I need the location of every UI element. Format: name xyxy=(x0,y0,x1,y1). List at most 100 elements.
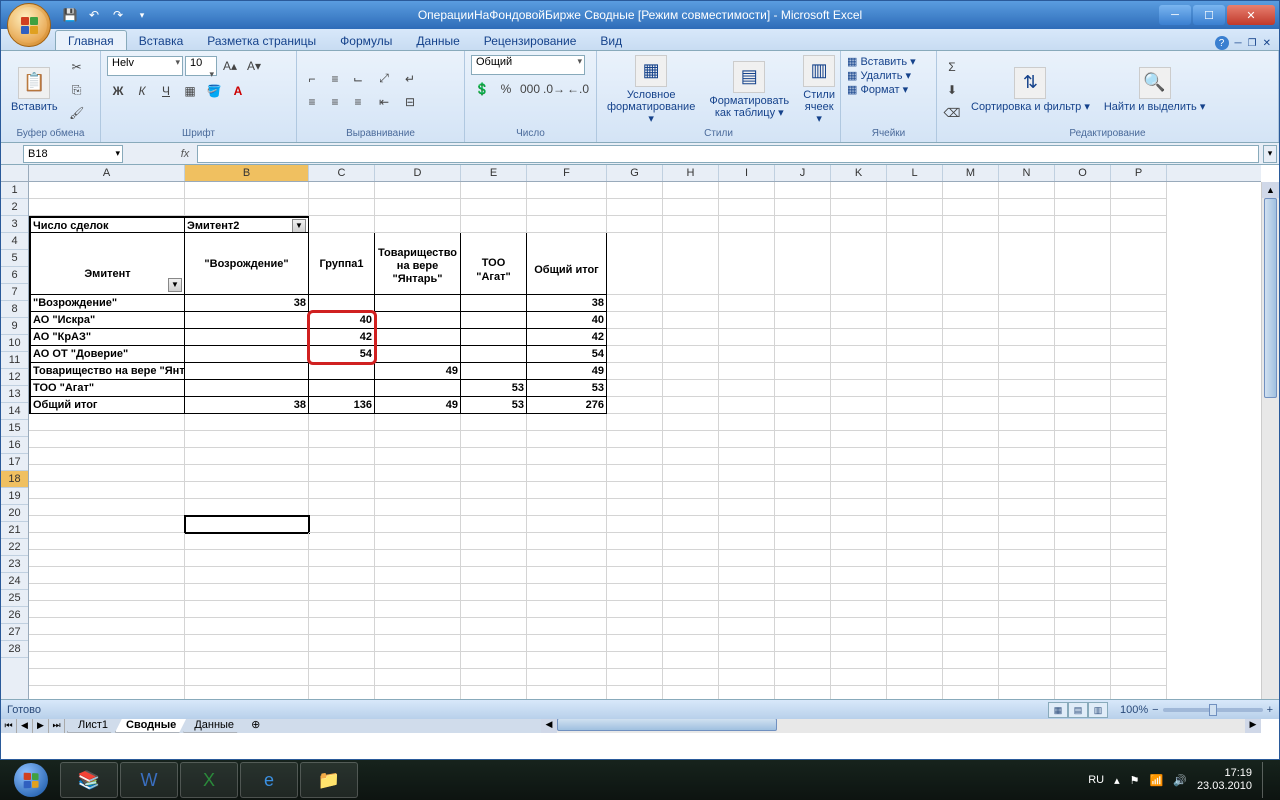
cell[interactable] xyxy=(1111,601,1167,618)
cell[interactable] xyxy=(461,199,527,216)
cell[interactable] xyxy=(185,329,309,346)
cell[interactable] xyxy=(887,414,943,431)
cell[interactable] xyxy=(1055,216,1111,233)
cell[interactable]: 49 xyxy=(527,363,607,380)
autosum-icon[interactable]: Σ xyxy=(941,56,963,78)
cell[interactable] xyxy=(1055,329,1111,346)
cell[interactable]: Эмитент2▼ xyxy=(185,216,309,233)
cell[interactable] xyxy=(309,533,375,550)
zoom-slider-thumb[interactable] xyxy=(1209,704,1217,716)
cell[interactable] xyxy=(719,216,775,233)
cell[interactable]: Общий итог xyxy=(527,233,607,295)
row-header-9[interactable]: 9 xyxy=(1,318,28,335)
cell[interactable] xyxy=(831,312,887,329)
cell[interactable] xyxy=(461,499,527,516)
cell[interactable]: 42 xyxy=(309,329,375,346)
cell[interactable] xyxy=(775,567,831,584)
percent-icon[interactable]: % xyxy=(495,78,517,100)
cell[interactable]: 38 xyxy=(185,295,309,312)
cell[interactable] xyxy=(461,346,527,363)
cell[interactable] xyxy=(1055,182,1111,199)
col-header-L[interactable]: L xyxy=(887,165,943,181)
cell[interactable] xyxy=(461,567,527,584)
language-indicator[interactable]: RU xyxy=(1088,774,1104,786)
row-header-2[interactable]: 2 xyxy=(1,199,28,216)
cell[interactable] xyxy=(607,414,663,431)
cell[interactable] xyxy=(1055,635,1111,652)
cell[interactable] xyxy=(29,601,185,618)
cell[interactable] xyxy=(775,448,831,465)
font-name-combo[interactable]: Helv xyxy=(107,56,183,76)
cell[interactable] xyxy=(943,618,999,635)
cell[interactable] xyxy=(663,635,719,652)
cell[interactable] xyxy=(1111,380,1167,397)
italic-icon[interactable]: К xyxy=(131,80,153,102)
cell[interactable] xyxy=(375,584,461,601)
cell[interactable] xyxy=(775,584,831,601)
cell[interactable] xyxy=(999,567,1055,584)
cell[interactable] xyxy=(663,601,719,618)
cell[interactable] xyxy=(1055,482,1111,499)
cell[interactable] xyxy=(309,363,375,380)
cell[interactable] xyxy=(461,182,527,199)
tab-view[interactable]: Вид xyxy=(588,31,634,50)
cell[interactable] xyxy=(607,567,663,584)
clock[interactable]: 17:19 23.03.2010 xyxy=(1197,767,1252,793)
cell[interactable] xyxy=(887,499,943,516)
cell[interactable] xyxy=(775,182,831,199)
cell[interactable] xyxy=(719,499,775,516)
cell[interactable] xyxy=(943,182,999,199)
cell[interactable] xyxy=(831,431,887,448)
cell[interactable] xyxy=(29,448,185,465)
cell[interactable] xyxy=(1055,567,1111,584)
tab-review[interactable]: Рецензирование xyxy=(472,31,589,50)
cell[interactable]: 38 xyxy=(527,295,607,312)
cell[interactable] xyxy=(775,216,831,233)
cell[interactable] xyxy=(461,652,527,669)
cell[interactable] xyxy=(887,233,943,295)
show-desktop-button[interactable] xyxy=(1262,762,1270,798)
cell[interactable] xyxy=(29,516,185,533)
cell[interactable] xyxy=(185,567,309,584)
cut-icon[interactable]: ✂ xyxy=(66,56,88,78)
cell[interactable] xyxy=(1111,312,1167,329)
cell[interactable] xyxy=(1111,533,1167,550)
row-header-5[interactable]: 5 xyxy=(1,250,28,267)
tray-flag-icon[interactable]: ⚑ xyxy=(1130,774,1140,787)
row-header-12[interactable]: 12 xyxy=(1,369,28,386)
cell[interactable] xyxy=(1055,601,1111,618)
copy-icon[interactable]: ⎘ xyxy=(66,79,88,101)
cell[interactable]: 136 xyxy=(309,397,375,414)
cell[interactable] xyxy=(375,182,461,199)
cell[interactable] xyxy=(831,465,887,482)
cell[interactable] xyxy=(999,431,1055,448)
row-header-27[interactable]: 27 xyxy=(1,624,28,641)
cell[interactable] xyxy=(185,380,309,397)
minimize-ribbon-icon[interactable]: ─ xyxy=(1235,38,1242,49)
cell[interactable] xyxy=(375,199,461,216)
cell[interactable] xyxy=(887,652,943,669)
cell[interactable]: 53 xyxy=(461,380,527,397)
save-icon[interactable]: 💾 xyxy=(61,6,79,24)
cell[interactable] xyxy=(887,295,943,312)
cell[interactable] xyxy=(775,295,831,312)
cell[interactable] xyxy=(775,465,831,482)
cell[interactable] xyxy=(663,465,719,482)
cell[interactable] xyxy=(663,199,719,216)
row-header-18[interactable]: 18 xyxy=(1,471,28,488)
office-button[interactable] xyxy=(7,3,51,47)
underline-icon[interactable]: Ч xyxy=(155,80,177,102)
row-header-17[interactable]: 17 xyxy=(1,454,28,471)
cell[interactable] xyxy=(1111,550,1167,567)
cell[interactable] xyxy=(1055,346,1111,363)
cell[interactable] xyxy=(29,669,185,686)
cell[interactable] xyxy=(309,448,375,465)
cell[interactable] xyxy=(943,312,999,329)
cell[interactable] xyxy=(831,584,887,601)
cell[interactable] xyxy=(1055,397,1111,414)
cell[interactable] xyxy=(663,414,719,431)
fx-button[interactable]: fx xyxy=(173,148,197,160)
cell[interactable] xyxy=(775,199,831,216)
cell[interactable]: АО "Искра" xyxy=(29,312,185,329)
cell[interactable] xyxy=(775,233,831,295)
